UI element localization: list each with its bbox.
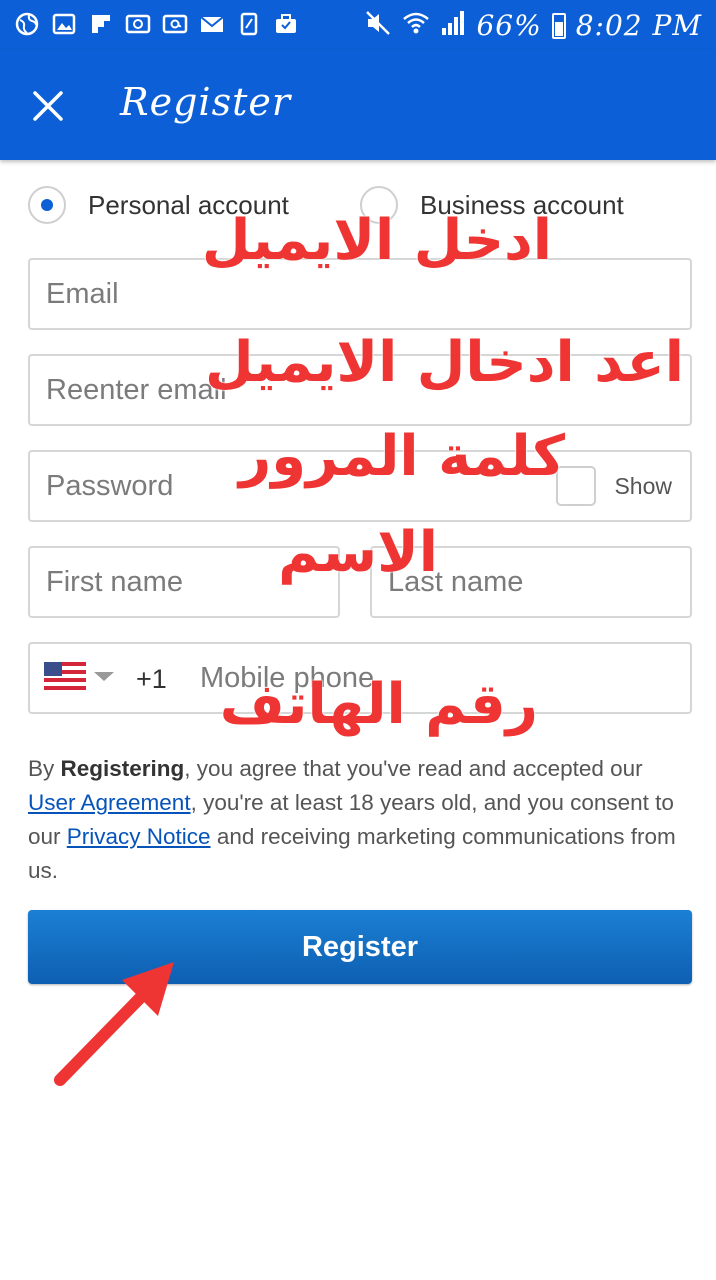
us-flag-icon [44,662,86,690]
globe-icon [14,11,40,37]
system-status: 66% 8:02 PM [364,9,702,42]
user-agreement-link[interactable]: User Agreement [28,790,191,815]
annotation-email: ادخل الايميل [201,208,552,273]
at-mail-icon [162,11,188,37]
annotation-password: كلمة المرور [238,424,566,489]
annotation-reenter-email: اعد ادخال الايميل [204,330,684,395]
terms-bold: Registering [60,756,185,781]
close-icon [33,91,63,121]
terms-text: By Registering, you agree that you've re… [28,752,692,888]
wifi-icon [402,9,430,42]
mail-icon [125,11,151,37]
privacy-notice-link[interactable]: Privacy Notice [67,824,211,849]
dial-code: +1 [136,664,167,694]
show-password-label: Show [614,472,672,499]
document-icon [236,11,262,37]
envelope-icon [199,11,225,37]
radio-selected-icon [28,186,66,224]
annotation-name: الاسم [278,520,438,585]
mute-icon [364,9,392,42]
battery-icon [551,12,566,39]
clock: 8:02 PM [575,9,702,42]
close-button[interactable] [26,86,70,126]
notification-icons [14,11,299,37]
page-title: Register [120,80,292,124]
flipboard-icon [88,11,114,37]
show-password-toggle[interactable]: Show [556,466,672,506]
annotation-phone: رقم الهاتف [219,672,538,737]
status-bar: 66% 8:02 PM [0,0,716,50]
briefcase-icon [273,11,299,37]
terms-prefix: By [28,756,61,781]
chevron-down-icon [94,671,114,681]
image-icon [51,11,77,37]
app-toolbar: Register [0,50,716,160]
signal-icon [440,9,466,42]
terms-part1: , you agree that you've read and accepte… [184,756,643,781]
country-code-selector[interactable] [44,662,114,690]
battery-percent: 66% [476,9,542,42]
red-arrow-icon [54,962,174,1086]
